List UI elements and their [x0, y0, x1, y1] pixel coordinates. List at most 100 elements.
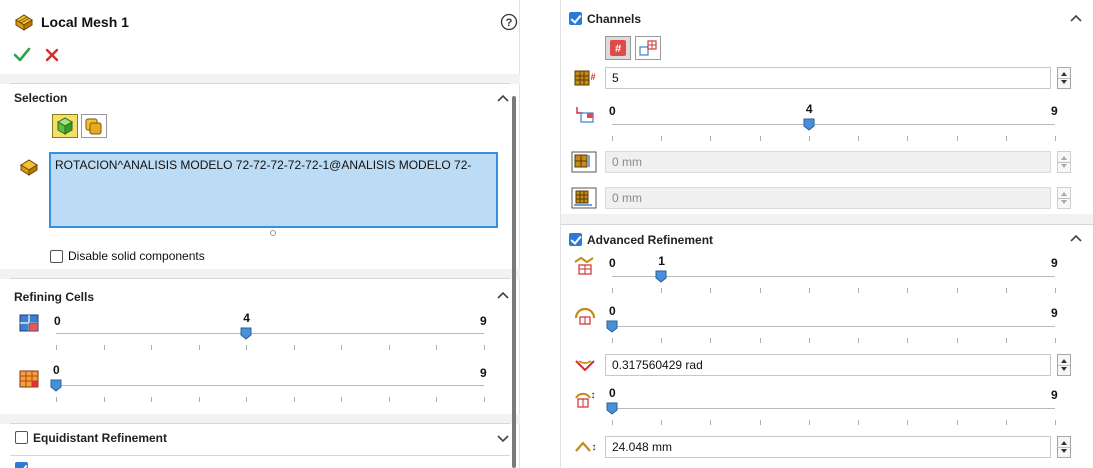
slider-tick	[612, 338, 613, 343]
curvature-criterion-icon	[575, 360, 595, 372]
selection-list-box[interactable]: ROTACION^ANALISIS MODELO 72-72-72-72-72-…	[49, 152, 498, 228]
chevron-up-icon[interactable]	[1069, 232, 1083, 246]
selection-section-title: Selection	[14, 91, 68, 105]
channel-cells-icon: #	[574, 70, 596, 86]
slider-tick	[661, 338, 663, 343]
slider-tick	[612, 288, 613, 293]
slider-min-label: 0	[609, 256, 616, 270]
chevron-up-icon[interactable]	[496, 289, 510, 303]
slider-track[interactable]	[612, 326, 1055, 327]
resize-handle[interactable]	[270, 230, 276, 236]
cell-size-mode-button[interactable]	[635, 36, 661, 60]
slider-tick	[56, 397, 57, 402]
slider-thumb[interactable]	[655, 270, 667, 283]
channels-checkbox[interactable]	[569, 12, 582, 25]
slider-tick	[293, 397, 295, 402]
faces-icon	[85, 118, 102, 135]
svg-text:#: #	[590, 72, 595, 82]
slider-max-label: 9	[1051, 306, 1058, 320]
cell-count-mode-button[interactable]: #	[605, 36, 631, 60]
chevron-up-icon[interactable]	[496, 92, 510, 106]
slider-max-label: 9	[480, 314, 487, 328]
slider-tick	[484, 397, 485, 402]
slider-thumb[interactable]	[606, 402, 618, 415]
channel-cells-input[interactable]: 5	[605, 67, 1051, 89]
slider-track[interactable]	[612, 124, 1055, 125]
slider-tick	[858, 420, 860, 425]
slider-thumb[interactable]	[240, 327, 252, 340]
slider-tick	[956, 136, 958, 141]
advanced-refinement-checkbox[interactable]	[569, 233, 582, 246]
slider-max-label: 9	[1051, 104, 1058, 118]
svg-text:?: ?	[506, 17, 513, 29]
tolerance-criterion-input[interactable]: 24.048 mm	[605, 436, 1051, 458]
cells-icon	[639, 40, 657, 56]
chevron-down-icon[interactable]	[496, 431, 510, 445]
slider-tick	[808, 136, 810, 141]
ok-checkmark-button[interactable]	[13, 47, 31, 63]
slider-tick	[710, 338, 712, 343]
next-section-checkbox[interactable]	[15, 462, 28, 468]
cell-grid-icon	[19, 370, 39, 388]
slider-tick	[759, 420, 761, 425]
refining-cells-title: Refining Cells	[14, 290, 95, 304]
equidistant-label: Equidistant Refinement	[33, 431, 168, 445]
cube-icon	[56, 117, 74, 135]
cell-level-icon	[19, 314, 39, 332]
channel-min-size-icon	[571, 151, 597, 173]
cancel-x-button[interactable]	[44, 47, 60, 63]
slider-tick	[808, 288, 810, 293]
tolerance-criterion-spinner[interactable]	[1057, 436, 1071, 458]
slider-tick	[198, 345, 200, 350]
slider-tick	[907, 420, 909, 425]
slider-tick	[956, 338, 958, 343]
slider-tick	[388, 397, 390, 402]
selection-list-item[interactable]: ROTACION^ANALISIS MODELO 72-72-72-72-72-…	[55, 158, 471, 172]
slider-track[interactable]	[56, 333, 484, 334]
slider-tick	[436, 397, 438, 402]
slider-min-label: 0	[609, 304, 616, 318]
slider-tick	[341, 345, 343, 350]
slider-tick	[661, 288, 663, 293]
channel-min-size-input[interactable]: 0 mm	[605, 151, 1051, 173]
slider-track[interactable]	[56, 385, 484, 386]
slider-tick	[151, 397, 153, 402]
components-filter-button[interactable]	[52, 114, 78, 138]
chevron-up-icon[interactable]	[1069, 12, 1083, 26]
slider-thumb[interactable]	[50, 379, 62, 392]
slider-value-label: 4	[243, 311, 250, 325]
slider-thumb[interactable]	[803, 118, 815, 131]
disable-solid-checkbox[interactable]	[50, 250, 63, 263]
slider-tick	[388, 345, 390, 350]
tolerance-criterion-icon: ↕	[575, 441, 597, 453]
slider-tick	[661, 136, 663, 141]
slider-track[interactable]	[612, 408, 1055, 409]
scrollbar-thumb[interactable]	[512, 96, 516, 468]
slider-tick	[759, 338, 761, 343]
slider-tick	[956, 288, 958, 293]
slider-min-label: 0	[609, 386, 616, 400]
channel-cells-spinner[interactable]	[1057, 67, 1071, 89]
slider-thumb[interactable]	[606, 320, 618, 333]
slider-track[interactable]	[612, 276, 1055, 277]
slider-tick	[1055, 420, 1056, 425]
channel-max-size-spinner[interactable]	[1057, 187, 1071, 209]
help-icon[interactable]: ?	[500, 13, 518, 31]
slider-tick	[710, 288, 712, 293]
slider-tick	[436, 345, 438, 350]
slider-tick	[661, 420, 663, 425]
slider-tick	[858, 136, 860, 141]
slider-tick	[1005, 288, 1007, 293]
channel-level-icon	[576, 107, 594, 123]
tolerance-refinement-icon: ↕	[575, 390, 596, 408]
curvature-criterion-spinner[interactable]	[1057, 354, 1071, 376]
equidistant-checkbox[interactable]	[15, 431, 28, 444]
slider-tick	[907, 288, 909, 293]
curvature-criterion-input[interactable]: 0.317560429 rad	[605, 354, 1051, 376]
channel-min-size-spinner[interactable]	[1057, 151, 1071, 173]
faces-filter-button[interactable]	[81, 114, 107, 138]
channel-max-size-input[interactable]: 0 mm	[605, 187, 1051, 209]
slider-min-label: 0	[609, 104, 616, 118]
slider-tick	[293, 345, 295, 350]
slider-max-label: 9	[1051, 388, 1058, 402]
